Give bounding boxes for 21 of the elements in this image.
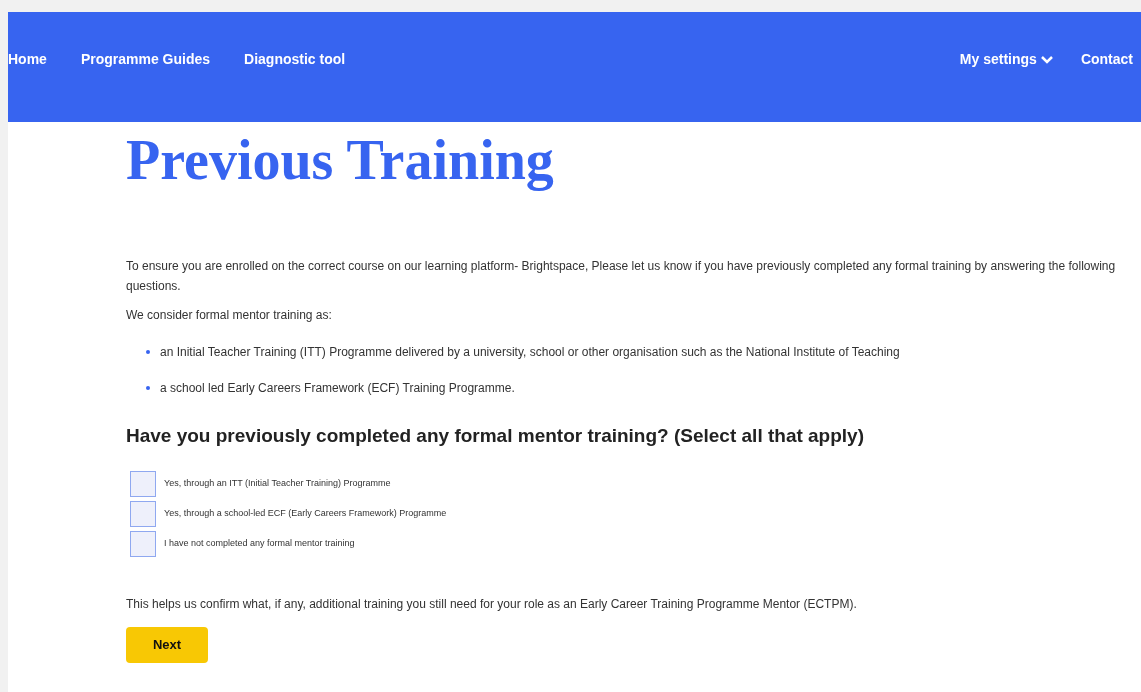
nav-link[interactable]: Programme Guides — [80, 49, 211, 70]
nav-link[interactable]: Contact — [1080, 49, 1141, 70]
checkbox[interactable] — [130, 530, 156, 557]
definition-text: We consider formal mentor training as: — [126, 307, 333, 324]
checkbox[interactable] — [130, 470, 156, 497]
question-heading: Have you previously completed any formal mentor training? (Select all that apply) — [126, 424, 865, 448]
checkbox[interactable] — [130, 500, 156, 527]
intro-text: To ensure you are enrolled on the correct course on our learning platform- Brightspace, Please let us know if you have previously completed any formal training by answering the following questions. — [126, 258, 1117, 295]
bullet-text: a school led Early Careers Framework (ECF) Training Programme. — [160, 380, 515, 397]
option-label: Yes, through an ITT (Initial Teacher Training) Programme — [164, 476, 391, 490]
next-button[interactable]: Next — [126, 626, 208, 663]
nav-link[interactable]: Diagnostic tool — [244, 49, 346, 70]
option-label: Yes, through a school-led ECF (Early Careers Framework) Programme — [164, 506, 447, 520]
bullet-icon — [146, 386, 150, 390]
option-label: I have not completed any formal mentor training — [164, 536, 355, 550]
settings-menu[interactable]: My settings — [959, 49, 1053, 70]
info-text: This helps us confirm what, if any, additional training you still need for your role as an Early Career Training Programme Mentor (ECTPM). — [126, 595, 858, 613]
nav-link[interactable]: Home — [8, 49, 47, 70]
bullet-text: an Initial Teacher Training (ITT) Programme delivered by a university, school or other organisation such as the National Institute of Teaching — [160, 344, 900, 361]
bullet-icon — [146, 350, 150, 354]
chevron-down-icon — [1040, 54, 1053, 65]
